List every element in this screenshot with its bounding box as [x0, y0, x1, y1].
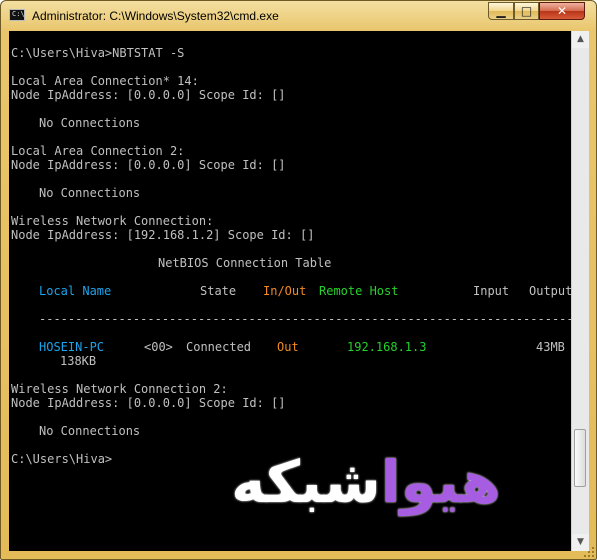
header-remote-host: Remote Host [319, 284, 399, 298]
adapter-name: Wireless Network Connection 2: [11, 382, 228, 396]
row-local-name: HOSEIN-PC [39, 340, 105, 354]
cmd-app-icon[interactable]: C:\ [9, 9, 25, 21]
title-bar[interactable]: C:\ Administrator: C:\Windows\System32\c… [1, 1, 596, 31]
header-local-name: Local Name [39, 284, 112, 298]
row-in-out: Out [277, 340, 299, 354]
header-output: Output [529, 284, 571, 298]
adapter-name: Local Area Connection* 14: [11, 74, 199, 88]
row-state: Connected [186, 340, 252, 354]
vertical-scrollbar[interactable]: ▲ ▼ [571, 31, 589, 551]
watermark-text-a: هیوا [380, 448, 501, 516]
connection-table-title: NetBIOS Connection Table [158, 256, 332, 270]
close-button[interactable]: ✕ [539, 2, 585, 20]
adapter-node-address: Node IpAddress: [0.0.0.0] Scope Id: [] [11, 158, 286, 172]
row-remote-host: 192.168.1.3 [347, 340, 427, 354]
adapter-node-address: Node IpAddress: [0.0.0.0] Scope Id: [] [11, 396, 286, 410]
table-separator: ----------------------------------------… [39, 312, 571, 326]
adapter-status: No Connections [39, 424, 141, 438]
adapter-node-address: Node IpAddress: [0.0.0.0] Scope Id: [] [11, 88, 286, 102]
resize-grip-icon[interactable] [583, 546, 595, 558]
final-prompt: C:\Users\Hiva> [11, 452, 113, 466]
scrollbar-thumb[interactable] [574, 429, 586, 487]
header-state: State [200, 284, 237, 298]
row-name-suffix: <00> [144, 340, 173, 354]
watermark-text-b: شبکه [231, 448, 381, 516]
minimize-button[interactable]: ▁ [488, 2, 514, 20]
adapter-node-address: Node IpAddress: [192.168.1.2] Scope Id: … [11, 228, 315, 242]
watermark-logo: هیواشبکه [185, 447, 547, 517]
adapter-status: No Connections [39, 186, 141, 200]
cmd-window: C:\ Administrator: C:\Windows\System32\c… [0, 0, 597, 560]
header-input: Input [473, 284, 510, 298]
window-title: Administrator: C:\Windows\System32\cmd.e… [32, 9, 279, 23]
header-in-out: In/Out [263, 284, 307, 298]
maximize-button[interactable]: □ [514, 2, 539, 20]
command-prompt-line: C:\Users\Hiva>NBTSTAT -S [11, 46, 185, 60]
row-input: 43MB [536, 340, 565, 354]
scroll-up-button[interactable]: ▲ [572, 31, 589, 48]
adapter-name: Local Area Connection 2: [11, 144, 185, 158]
row-output: 138KB [60, 354, 97, 368]
adapter-status: No Connections [39, 116, 141, 130]
adapter-name: Wireless Network Connection: [11, 214, 214, 228]
